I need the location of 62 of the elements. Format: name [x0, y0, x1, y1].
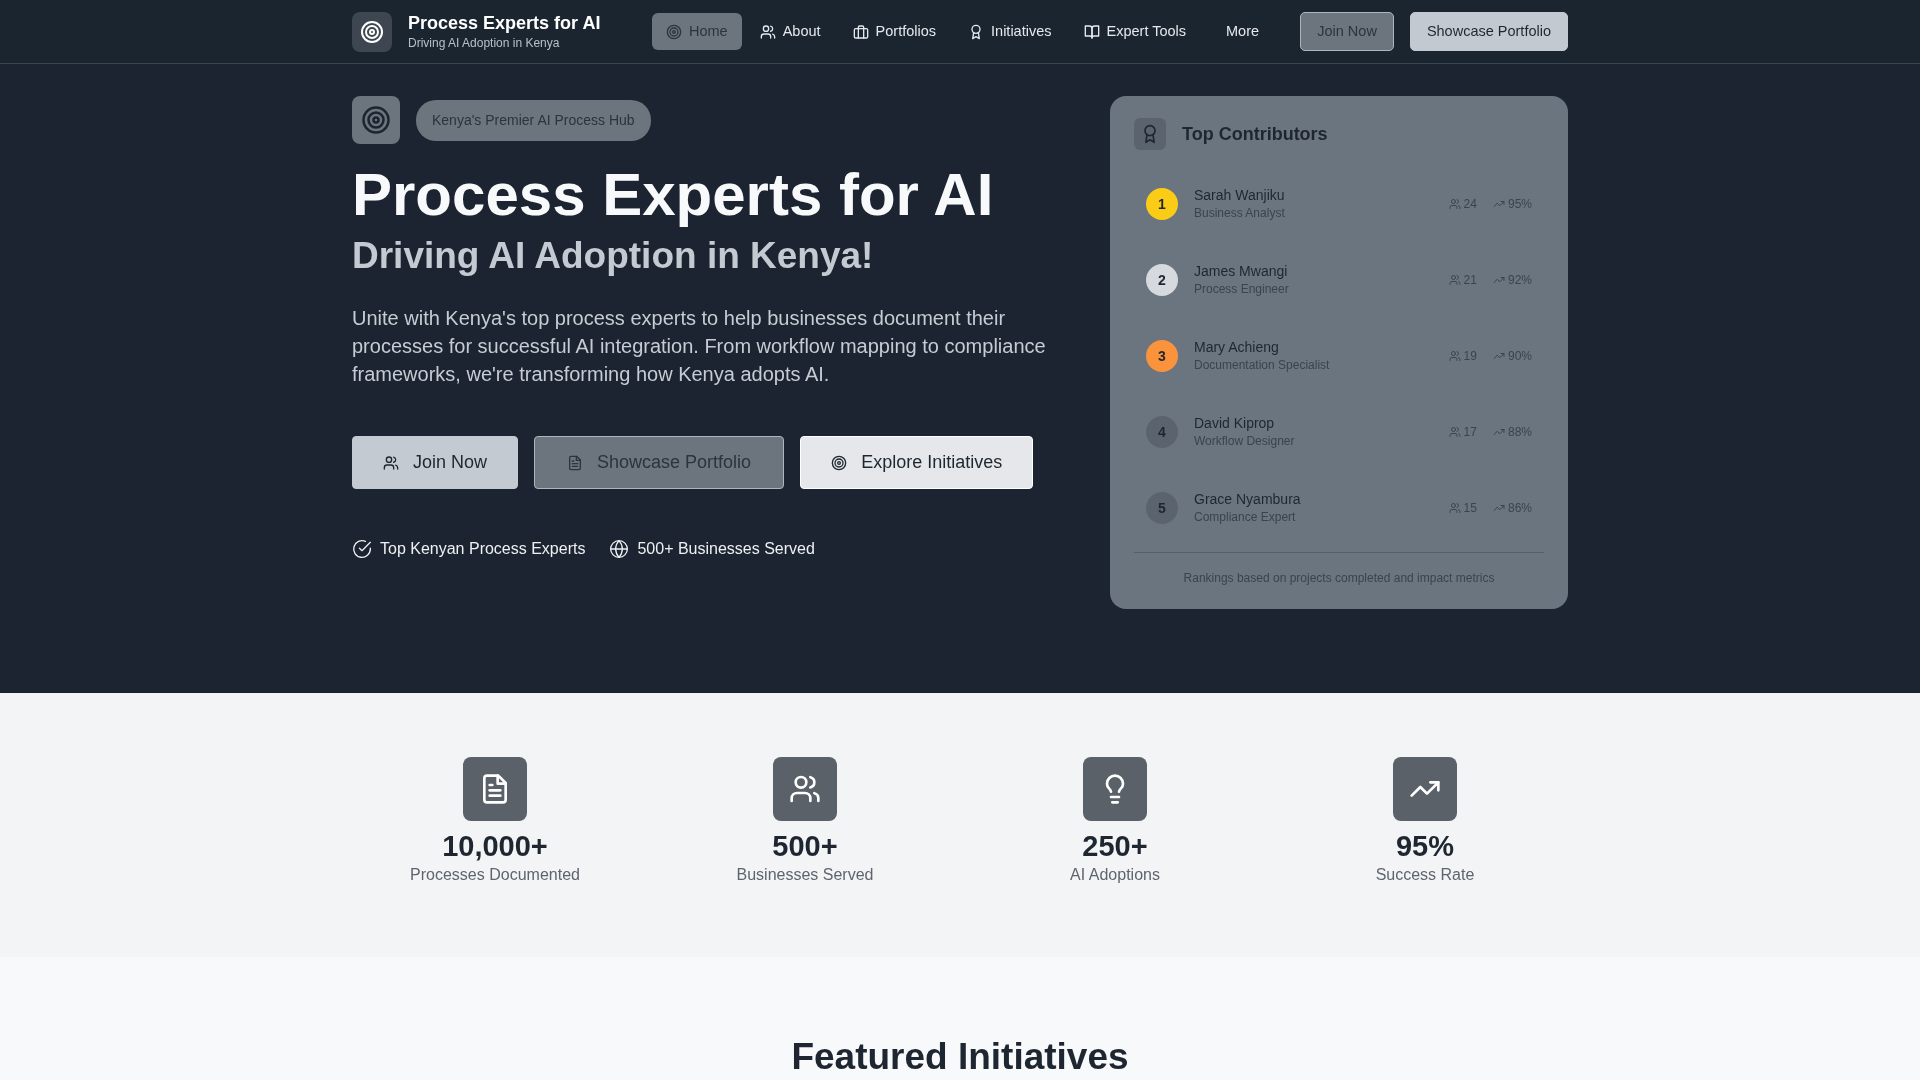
nav-link[interactable]: Initiatives [954, 12, 1066, 51]
target-icon [831, 454, 848, 471]
rank-badge: 4 [1146, 416, 1178, 448]
document-icon [463, 757, 527, 821]
users-icon [1448, 198, 1461, 210]
stat-value: 10,000+ [442, 831, 548, 863]
hero-title: Process Experts for AI [352, 162, 995, 228]
stat-label: Processes Documented [410, 864, 580, 885]
stat-value: 500+ [772, 831, 838, 863]
award-icon [1134, 118, 1166, 150]
check-circle-icon [352, 539, 372, 560]
stat-label: Businesses Served [736, 864, 874, 885]
hero-subtitle: Driving AI Adoption in Kenya! [352, 234, 875, 278]
nav-link[interactable]: About [745, 12, 835, 51]
hero-description: Unite with Kenya's top process experts to help businesses document their processes for successful AI integration. From workflow mapping to compliance frameworks, we're transforming how Kenya adopts AI. [352, 306, 1047, 388]
document-icon [567, 454, 584, 471]
stat-label: AI Adoptions [1070, 864, 1160, 885]
hero-button[interactable]: Join Now [352, 436, 519, 490]
nav-link[interactable]: Portfolios [838, 12, 951, 51]
target-icon [666, 23, 682, 40]
trend-icon [1492, 274, 1505, 286]
stat-value: 95% [1395, 831, 1454, 863]
target-icon [352, 96, 400, 144]
book-icon [1083, 23, 1100, 40]
users-icon [759, 23, 776, 40]
hero-button[interactable]: Explore Initiatives [800, 436, 1034, 490]
contributor-name: Sarah Wanjiku [1194, 186, 1285, 204]
stat-value: 250+ [1082, 831, 1148, 863]
contributor-name: James Mwangi [1194, 262, 1289, 280]
trend-icon [1492, 502, 1505, 514]
rank-badge: 3 [1146, 340, 1178, 372]
globe-icon [609, 539, 630, 560]
lightbulb-icon [1083, 757, 1147, 821]
rank-badge: 5 [1146, 492, 1178, 524]
rank-badge: 1 [1146, 188, 1178, 220]
users-icon [1448, 350, 1461, 362]
hero-badge: Kenya's Premier AI Process Hub [416, 99, 651, 141]
stat-label: Success Rate [1375, 864, 1475, 885]
card-title: Top Contributors [1182, 122, 1328, 146]
trend-icon [1393, 757, 1457, 821]
users-icon [1448, 274, 1461, 286]
contributor-name: Grace Nyambura [1194, 490, 1301, 508]
header-button[interactable]: Showcase Portfolio [1409, 11, 1568, 52]
brand-subtitle: Driving AI Adoption in Kenya [408, 34, 561, 52]
users-icon [1448, 502, 1461, 514]
users-icon [1448, 426, 1461, 438]
nav-link[interactable]: More [1212, 12, 1274, 51]
trend-icon [1492, 198, 1505, 210]
logo-icon[interactable] [352, 11, 392, 52]
feature-text: Top Kenyan Process Experts [380, 539, 586, 560]
section-title: Featured Initiatives [790, 1035, 1130, 1079]
trend-icon [1492, 426, 1505, 438]
briefcase-icon [852, 23, 869, 40]
users-icon [773, 757, 837, 821]
contributor-name: Mary Achieng [1194, 338, 1280, 356]
feature-text: 500+ Businesses Served [637, 539, 815, 560]
users-icon [383, 454, 399, 471]
trend-icon [1492, 350, 1505, 362]
rank-badge: 2 [1146, 264, 1178, 296]
contributor-name: David Kiprop [1194, 414, 1276, 432]
brand-title: Process Experts for AI [408, 11, 601, 34]
nav-link[interactable]: Expert Tools [1069, 12, 1201, 51]
